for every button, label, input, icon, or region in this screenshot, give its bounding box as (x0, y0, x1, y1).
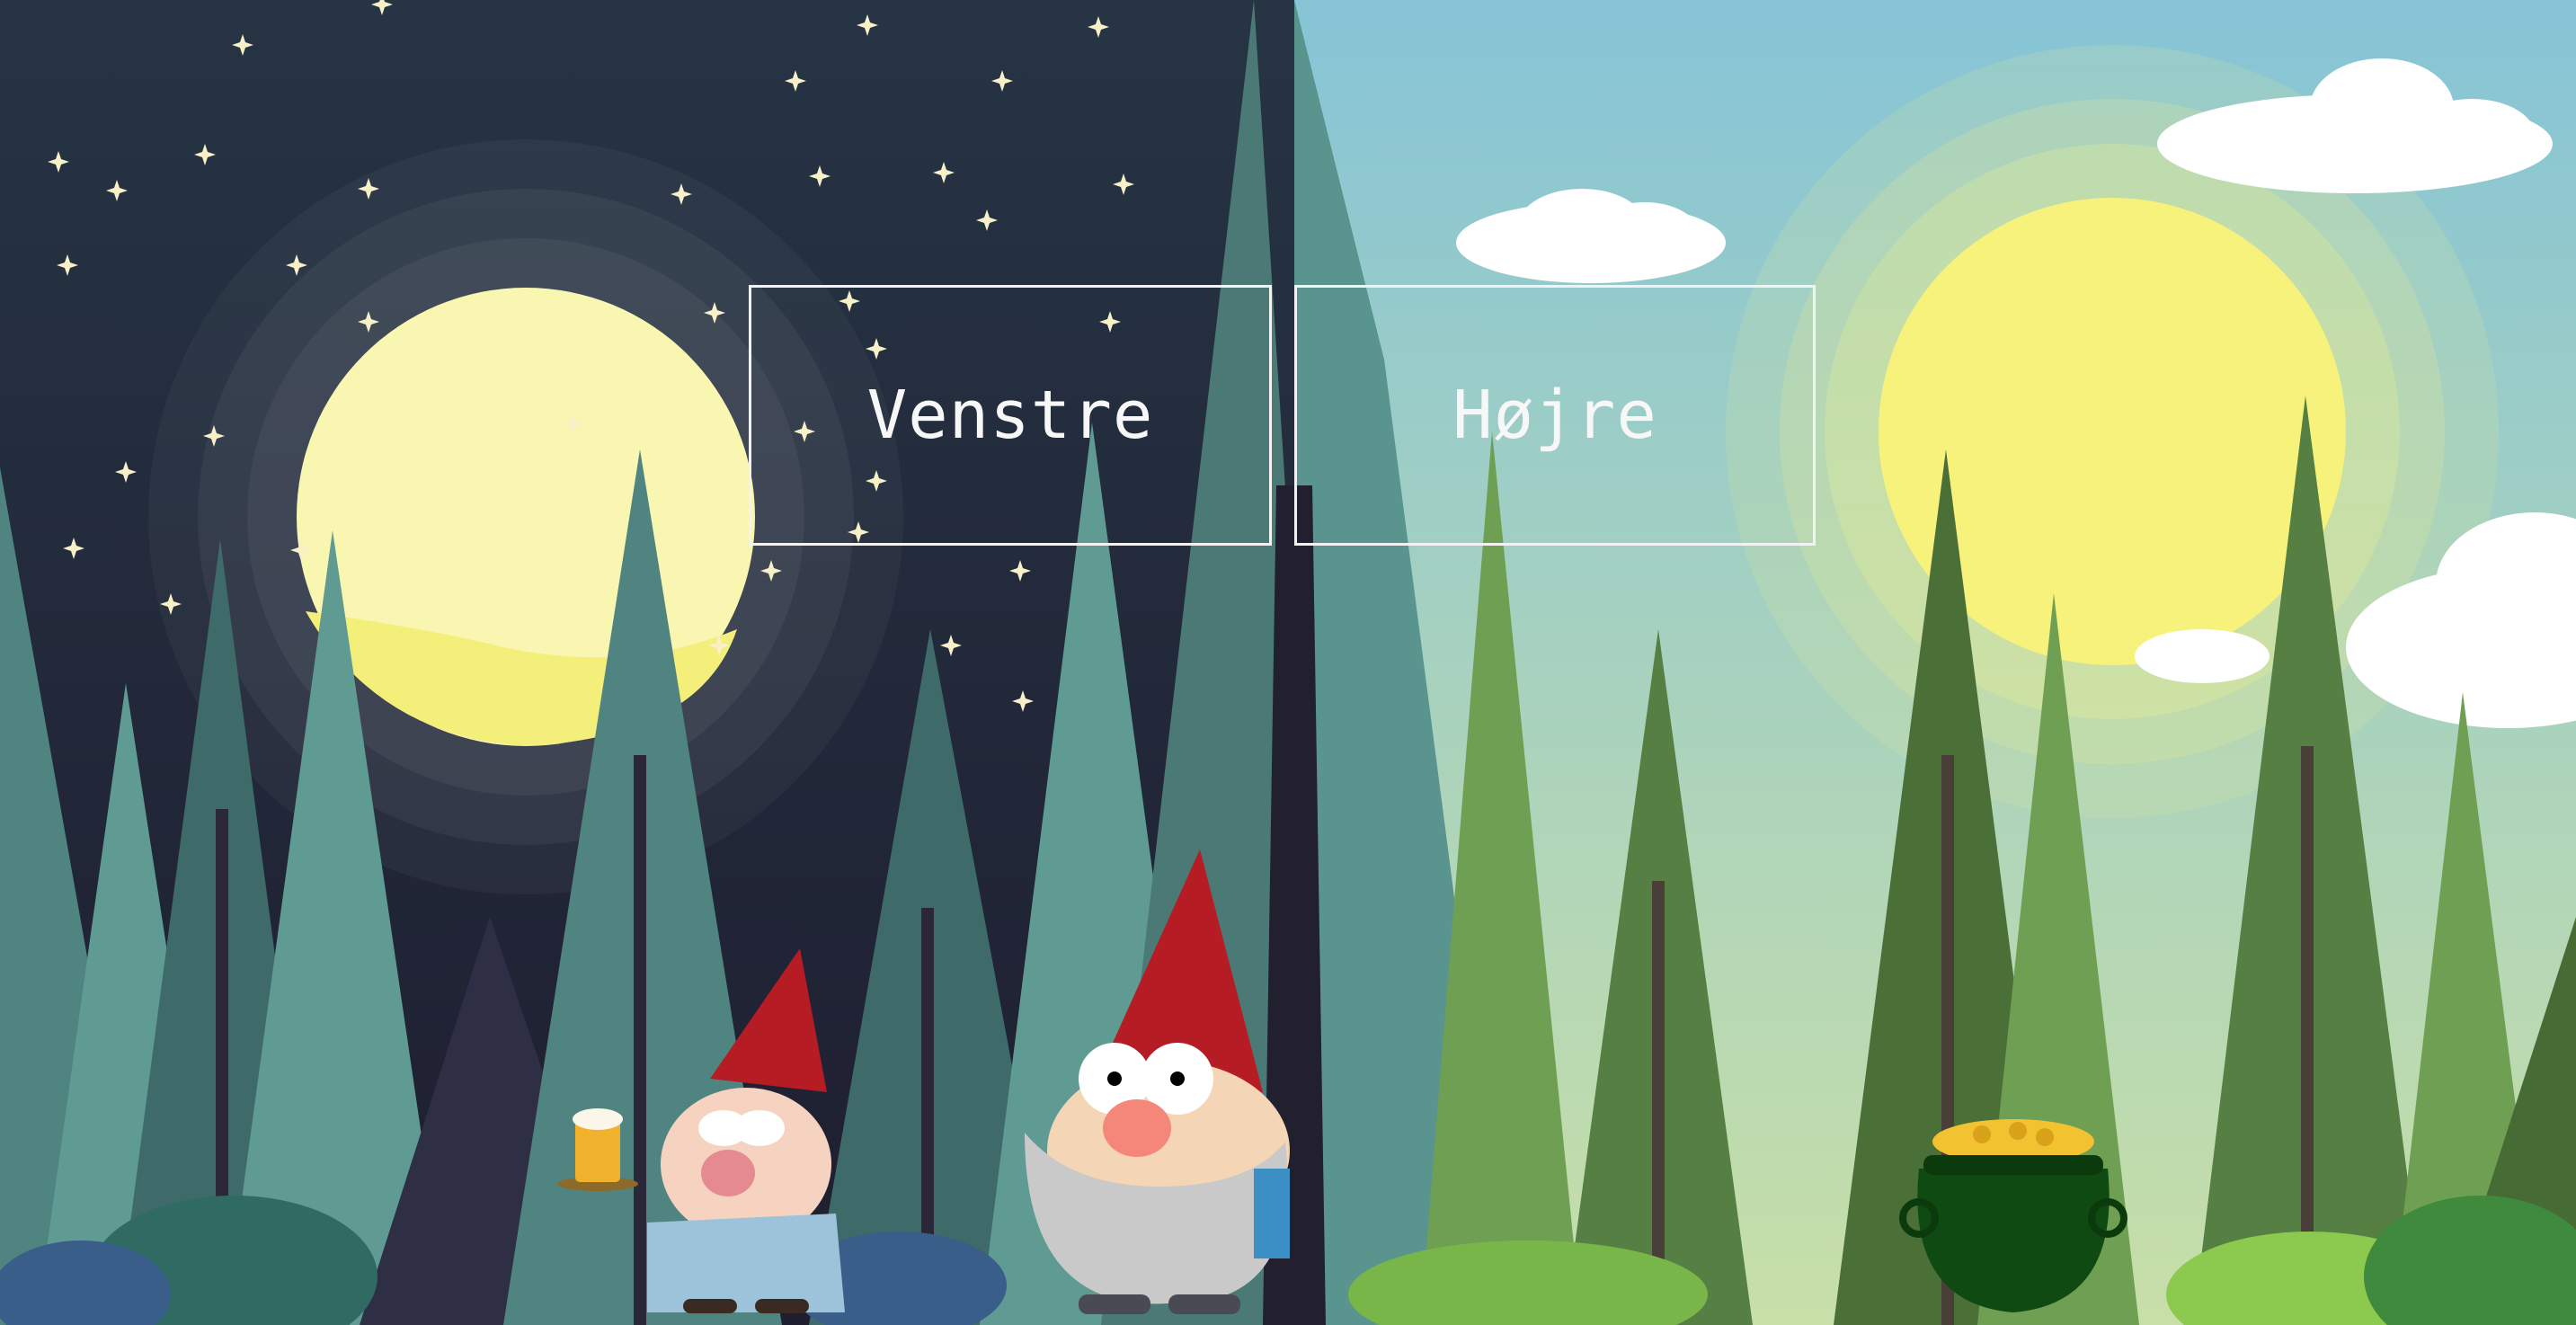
forest-scene (0, 0, 2576, 1325)
right-choice-button[interactable]: Højre (1294, 285, 1816, 546)
left-choice-button[interactable]: Venstre (749, 285, 1272, 546)
